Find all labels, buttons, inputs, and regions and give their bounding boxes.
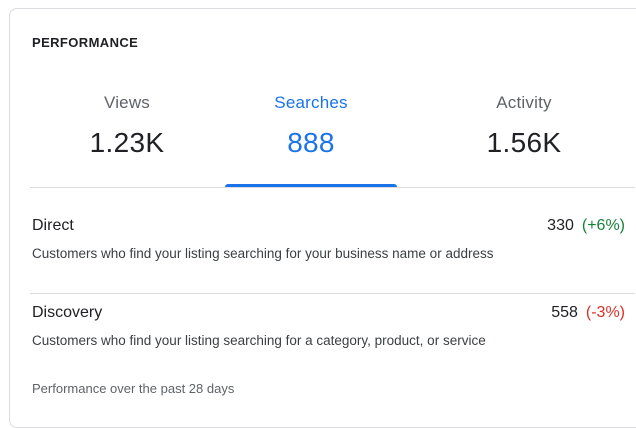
tab-activity[interactable]: Activity 1.56K	[424, 69, 624, 187]
tab-views[interactable]: Views 1.23K	[27, 69, 227, 187]
breakdown-description: Customers who find your listing searchin…	[32, 333, 486, 348]
breakdown-name: Direct	[32, 217, 74, 234]
breakdown-count: 558 (-3%)	[551, 304, 625, 322]
tabs-divider	[30, 187, 635, 188]
card-title: PERFORMANCE	[32, 35, 139, 50]
performance-card: PERFORMANCE Views 1.23K Searches 888 Act…	[9, 8, 636, 428]
breakdown-count: 330 (+6%)	[547, 217, 625, 235]
tab-activity-value: 1.56K	[486, 127, 562, 158]
tab-views-value: 1.23K	[89, 127, 165, 158]
tab-searches[interactable]: Searches 888	[211, 69, 411, 187]
breakdown-row-direct: Direct 330 (+6%) Customers who find your …	[32, 217, 625, 261]
tab-activity-label: Activity	[496, 93, 552, 112]
breakdown-change: (-3%)	[585, 304, 625, 321]
tab-views-label: Views	[103, 93, 151, 112]
breakdown-count-value: 330	[547, 217, 574, 234]
breakdown-count-value: 558	[551, 304, 578, 321]
breakdown-description: Customers who find your listing searchin…	[32, 246, 494, 261]
breakdown-row-discovery: Discovery 558 (-3%) Customers who find yo…	[32, 304, 625, 348]
metric-tabs: Views 1.23K Searches 888 Activity 1.56K	[10, 69, 636, 187]
breakdown-name: Discovery	[32, 304, 103, 321]
row-divider	[30, 293, 635, 294]
tab-searches-value: 888	[287, 127, 335, 158]
tab-searches-label: Searches	[274, 93, 348, 112]
breakdown-change: (+6%)	[581, 217, 625, 234]
footer-note: Performance over the past 28 days	[32, 381, 235, 396]
